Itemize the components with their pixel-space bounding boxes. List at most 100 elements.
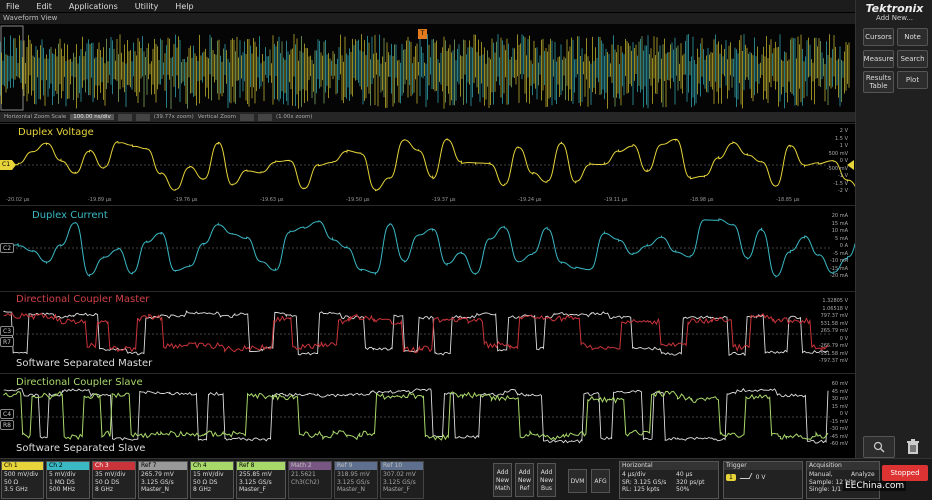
- ref9-header: Ref 9: [335, 462, 377, 470]
- ref7-rate: 3.125 GS/s: [141, 478, 174, 486]
- ch3-settings[interactable]: Ch 3 35 mV/div 50 Ω DS 8 GHz: [92, 461, 136, 499]
- panel-title: Duplex Current: [32, 210, 108, 221]
- menu-applications[interactable]: Applications: [63, 2, 129, 11]
- panel-title: Duplex Voltage: [18, 127, 94, 138]
- ch2-header: Ch 2: [47, 462, 89, 470]
- ch3-header: Ch 3: [93, 462, 135, 470]
- panel-subtitle: Software Separated Slave: [16, 443, 146, 454]
- ch4-header: Ch 4: [191, 462, 233, 470]
- math2-expression: Ch3(Ch2): [291, 478, 320, 486]
- ch1-termination: 50 Ω: [4, 478, 19, 486]
- ch2-bandwidth: 500 MHz: [49, 486, 76, 493]
- vzoom-plus-button[interactable]: [257, 113, 272, 121]
- time-tick: -18.98 µs: [690, 197, 714, 203]
- watermark: EEChina.com: [843, 481, 907, 491]
- add-new-ref-button[interactable]: Add New Ref: [515, 463, 534, 497]
- panel-duplex-current[interactable]: Duplex Current C2 20 mA 15 mA 10 mA 5 mA 0 …: [0, 205, 855, 291]
- trigger-settings[interactable]: Trigger 1 0 V: [723, 461, 803, 499]
- ref9-settings[interactable]: Ref 9 318.95 mV 3.125 GS/s Master_N: [334, 461, 378, 499]
- add-new-math-button[interactable]: Add New Math: [493, 463, 512, 497]
- hzoom-plus-button[interactable]: [135, 113, 150, 121]
- math2-value: 21.5621: [291, 471, 316, 478]
- right-sidebar: Tektronix Add New... Cursors Note Measur…: [855, 0, 932, 500]
- ref7-name: Master_N: [141, 486, 169, 493]
- ch4-termination: 50 Ω DS: [193, 478, 218, 486]
- trigger-marker-label: T: [420, 30, 425, 37]
- time-tick: -19.89 µs: [88, 197, 112, 203]
- zoom-icon[interactable]: [863, 436, 895, 458]
- panel-title: Directional Coupler Master: [16, 294, 150, 305]
- ch4-settings[interactable]: Ch 4 15 mV/div 50 Ω DS 8 GHz: [190, 461, 234, 499]
- ref8-header: Ref 8: [237, 462, 285, 470]
- measure-button[interactable]: Measure: [863, 50, 894, 68]
- plot-button[interactable]: Plot: [897, 71, 928, 89]
- hzoom-minus-button[interactable]: [117, 113, 132, 121]
- horizontal-record-length: RL: 125 kpts 50%: [622, 486, 690, 493]
- menu-utility[interactable]: Utility: [129, 2, 170, 11]
- ref10-settings[interactable]: Ref 10 307.02 mV 3.125 GS/s Master_F: [380, 461, 424, 499]
- ch2-termination: 1 MΩ DS: [49, 478, 75, 486]
- time-tick: -19.24 µs: [518, 197, 542, 203]
- channel-badge-c3[interactable]: C3: [0, 326, 14, 336]
- hzoom-scale-label: Horizontal Zoom Scale: [4, 114, 67, 120]
- ref10-scale: 307.02 mV: [383, 471, 416, 478]
- ref-badge-r8[interactable]: R8: [0, 420, 14, 430]
- vertical-scale: 20 mA 15 mA 10 mA 5 mA 0 A -5 mA -10 mA -15 m…: [829, 213, 848, 279]
- level-marker[interactable]: [847, 160, 854, 170]
- ref8-settings[interactable]: Ref 8 255.85 mV 3.125 GS/s Master_F: [236, 461, 286, 499]
- ch1-settings[interactable]: Ch 1 500 mV/div 50 Ω 3.5 GHz: [1, 461, 44, 499]
- ch2-scale: 5 mV/div: [49, 471, 76, 478]
- trigger-source-badge: 1: [726, 474, 736, 481]
- menu-help[interactable]: Help: [169, 2, 204, 11]
- horizontal-settings[interactable]: Horizontal 4 µs/div 40 µs SR: 3.125 GS/s 3…: [619, 461, 719, 499]
- trigger-header: Trigger: [724, 462, 802, 470]
- results-table-button[interactable]: Results Table: [863, 71, 894, 93]
- search-button[interactable]: Search: [897, 50, 928, 68]
- math2-settings[interactable]: Math 2 21.5621 Ch3(Ch2): [288, 461, 332, 499]
- vzoom-factor: (1.00x zoom): [275, 114, 313, 120]
- ch2-settings[interactable]: Ch 2 5 mV/div 1 MΩ DS 500 MHz: [46, 461, 90, 499]
- menu-bar: File Edit Applications Utility Help: [0, 0, 855, 12]
- vertical-scale: 1.32805 V 1.06518 V 797.37 mV 531.58 mV 265…: [818, 298, 848, 364]
- panel-coupler-slave[interactable]: Directional Coupler Slave Software Separ…: [0, 373, 855, 458]
- ref9-name: Master_N: [337, 486, 365, 493]
- horizontal-sample-rate: SR: 3.125 GS/s 320 ps/pt: [622, 478, 705, 486]
- acquisition-settings[interactable]: Acquisition Manual, Analyze Sample: 12 bi…: [806, 461, 880, 499]
- cursors-button[interactable]: Cursors: [863, 28, 894, 46]
- ref7-settings[interactable]: Ref 7 265.79 mV 3.125 GS/s Master_N: [138, 461, 188, 499]
- panel-duplex-voltage[interactable]: Duplex Voltage C1 2 V 1.5 V1 V 500 mV 0 V-…: [0, 123, 855, 205]
- ch4-scale: 15 mV/div: [193, 471, 224, 478]
- channel-badge-c2[interactable]: C2: [0, 243, 14, 253]
- ref7-header: Ref 7: [139, 462, 187, 470]
- time-tick: -19.11 µs: [604, 197, 628, 203]
- run-stop-button[interactable]: Stopped: [882, 465, 928, 481]
- channel-badge-c4[interactable]: C4: [0, 409, 14, 419]
- overview-waveform[interactable]: T: [0, 24, 855, 112]
- note-button[interactable]: Note: [897, 28, 928, 46]
- panel-coupler-master[interactable]: Directional Coupler Master Software Sepa…: [0, 291, 855, 373]
- panel-subtitle: Software Separated Master: [16, 358, 153, 369]
- trash-icon[interactable]: [897, 436, 929, 458]
- menu-file[interactable]: File: [0, 2, 30, 11]
- vzoom-minus-button[interactable]: [239, 113, 254, 121]
- ref9-scale: 318.95 mV: [337, 471, 370, 478]
- hzoom-scale-value[interactable]: 100.00 ns/div: [70, 114, 114, 120]
- ref7-scale: 265.79 mV: [141, 471, 174, 478]
- time-tick: -18.85 µs: [776, 197, 800, 203]
- acquisition-mode: Manual, Analyze: [809, 471, 875, 478]
- ref-badge-r7[interactable]: R7: [0, 337, 14, 347]
- ref10-name: Master_F: [383, 486, 410, 493]
- hzoom-factor: (39.77x zoom): [153, 114, 194, 120]
- time-tick: -19.63 µs: [260, 197, 284, 203]
- ch1-bandwidth: 3.5 GHz: [4, 486, 28, 493]
- plot-duplex-current: [0, 218, 855, 278]
- trigger-marker[interactable]: T: [418, 29, 427, 39]
- vzoom-label: Vertical Zoom: [197, 114, 236, 120]
- ref9-rate: 3.125 GS/s: [337, 478, 370, 486]
- horizontal-scale: 4 µs/div 40 µs: [622, 471, 693, 478]
- time-tick: -20.02 µs: [6, 197, 30, 203]
- dvm-button[interactable]: DVM: [568, 469, 587, 493]
- menu-edit[interactable]: Edit: [30, 2, 63, 11]
- afg-button[interactable]: AFG: [591, 469, 610, 493]
- add-new-bus-button[interactable]: Add New Bus: [537, 463, 556, 497]
